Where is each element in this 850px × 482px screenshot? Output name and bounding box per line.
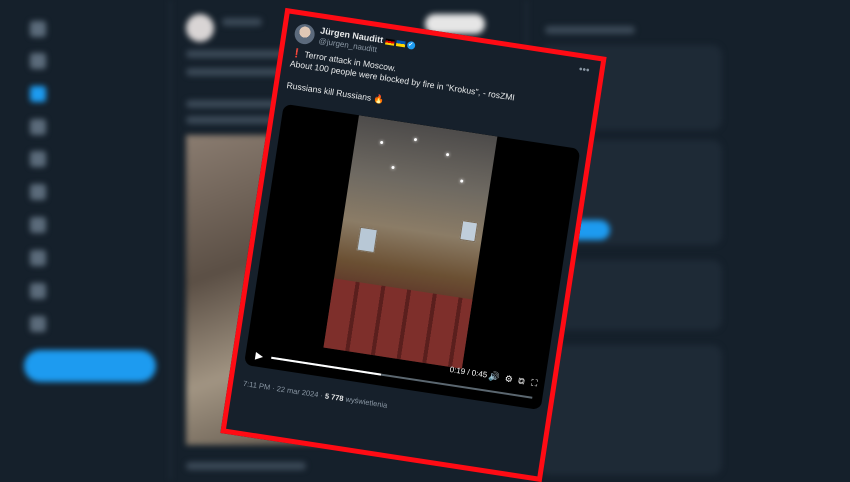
mail-icon xyxy=(30,119,46,135)
nav-item-profile[interactable] xyxy=(30,280,46,302)
video-player[interactable]: 0:19 / 0:45 🔊 ⚙ ⧉ ⛶ ▶ xyxy=(243,103,581,411)
right-card xyxy=(540,345,722,475)
view-count: 5 778 xyxy=(324,391,345,404)
ceiling-light xyxy=(379,140,384,145)
stage-screen xyxy=(356,226,378,254)
user-icon xyxy=(30,283,46,299)
video-progress-fill xyxy=(271,356,382,376)
tweet-line-3: Russians kill Russians xyxy=(285,80,373,103)
view-count-label: wyświetlenia xyxy=(342,394,388,410)
stage-screen xyxy=(459,220,479,243)
settings-icon[interactable]: ⚙ xyxy=(504,373,513,385)
exclamation-icon: ❗ xyxy=(290,47,304,59)
nav-item-lists[interactable] xyxy=(30,148,46,170)
tweet-timestamp[interactable]: 7:11 PM · 22 mar 2024 · xyxy=(242,379,325,400)
home-icon xyxy=(30,21,46,37)
people-icon xyxy=(30,217,46,233)
theater-seats xyxy=(323,278,473,369)
ceiling-light xyxy=(460,179,464,183)
avatar xyxy=(186,14,214,42)
fire-icon: 🔥 xyxy=(372,93,385,105)
germany-flag-icon xyxy=(384,38,395,46)
ceiling-light xyxy=(391,165,395,170)
blurred-text xyxy=(222,18,262,26)
nav-item-more[interactable] xyxy=(30,313,46,335)
nav-item-messages[interactable] xyxy=(30,116,46,138)
more-icon[interactable]: ••• xyxy=(578,64,590,76)
list-icon xyxy=(30,151,46,167)
bookmark-icon xyxy=(30,184,46,200)
more-circle-icon xyxy=(30,316,46,332)
volume-icon[interactable]: 🔊 xyxy=(488,371,501,384)
nav-item-explore[interactable] xyxy=(30,50,46,72)
verified-icon: ✓ xyxy=(406,40,416,50)
nav-item-communities[interactable] xyxy=(30,214,46,236)
red-frame: Jürgen Nauditt ✓ @jurgen_nauditt ••• ❗ Te… xyxy=(220,7,607,482)
nav-item-bookmarks[interactable] xyxy=(30,181,46,203)
video-time: 0:19 / 0:45 xyxy=(449,365,488,380)
post-button[interactable] xyxy=(24,350,156,382)
blurred-text xyxy=(186,462,306,470)
tweet-screenshot: Jürgen Nauditt ✓ @jurgen_nauditt ••• ❗ Te… xyxy=(220,7,607,482)
fullscreen-icon[interactable]: ⛶ xyxy=(530,377,539,389)
bell-icon xyxy=(30,86,46,102)
ceiling-light xyxy=(413,137,418,142)
current-time: 0:19 xyxy=(449,364,466,377)
ukraine-flag-icon xyxy=(395,39,406,47)
popout-icon[interactable]: ⧉ xyxy=(517,375,526,387)
x-icon xyxy=(30,250,46,266)
author-avatar[interactable] xyxy=(293,22,317,46)
duration: 0:45 xyxy=(471,368,488,380)
play-icon[interactable]: ▶ xyxy=(255,350,264,362)
blurred-text xyxy=(545,26,635,34)
video-frame xyxy=(323,115,498,369)
nav-item-home[interactable] xyxy=(30,18,46,40)
search-icon xyxy=(30,53,46,69)
ceiling-light xyxy=(445,152,450,157)
nav-item-notifications[interactable] xyxy=(30,83,46,105)
nav-item-premium[interactable] xyxy=(30,247,46,269)
